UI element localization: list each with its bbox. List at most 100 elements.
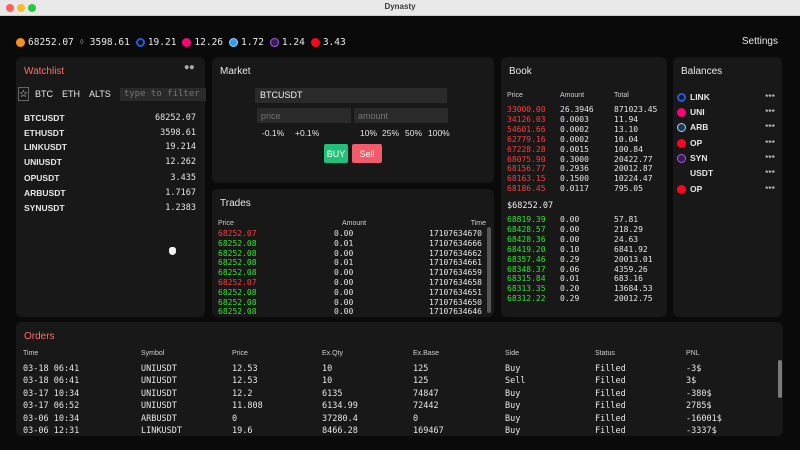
book-row[interactable]: 68348.37 0.06 4359.26 <box>507 265 663 275</box>
blank-icon <box>677 169 686 178</box>
trade-row[interactable]: 68252.08 0.00 17107634650 <box>218 298 488 308</box>
book-row[interactable]: 33000.00 26.3946 871023.45 <box>507 105 663 115</box>
watchlist-row[interactable]: BTCUSDT 68252.07 <box>24 113 196 127</box>
book-row[interactable]: 62779.16 0.0002 10.04 <box>507 135 663 145</box>
watchlist-row[interactable]: LINKUSDT 19.214 <box>24 142 196 156</box>
amount-100pct-button[interactable]: 100% <box>428 128 450 138</box>
op-icon <box>677 184 686 194</box>
amount-50pct-button[interactable]: 50% <box>405 128 422 138</box>
book-row[interactable]: 68156.77 0.2936 20012.87 <box>507 164 663 174</box>
book-price: 54601.66 <box>507 124 546 134</box>
ticker-item-arb[interactable]: 1.72 <box>229 37 264 48</box>
amount-10pct-button[interactable]: 10% <box>360 128 377 138</box>
tab-eth[interactable]: ETH <box>62 89 80 99</box>
settings-link[interactable]: Settings <box>742 36 778 47</box>
order-row[interactable]: 03-17 10:34 UNIUSDT 12.2 6135 74847 Buy Filled… <box>23 389 773 401</box>
tab-btc[interactable]: BTC <box>35 89 53 99</box>
balance-asset: LINK <box>690 92 710 102</box>
trade-row[interactable]: 68252.08 0.01 17107634666 <box>218 239 488 249</box>
order-row[interactable]: 03-06 12:31 LINKUSDT 19.6 8466.28 169467 Buy F… <box>23 426 773 436</box>
book-amount: 0.0003 <box>560 114 589 124</box>
book-row[interactable]: 68075.90 0.3000 20422.77 <box>507 155 663 165</box>
ticker-item-link[interactable]: 19.21 <box>135 37 176 48</box>
trades-scrollbar[interactable] <box>487 227 491 313</box>
book-row[interactable]: 67228.28 0.0015 100.84 <box>507 145 663 155</box>
ticker-item-btc[interactable]: 68252.07 <box>16 37 74 48</box>
balance-row[interactable]: OP *** <box>677 182 777 196</box>
watchlist-row[interactable]: SYNUSDT 1.2383 <box>24 203 196 217</box>
book-row[interactable]: 34126.03 0.0003 11.94 <box>507 115 663 125</box>
buy-button[interactable]: BUY <box>324 144 348 163</box>
tab-alts[interactable]: ALTS <box>89 89 111 99</box>
order-row[interactable]: 03-06 10:34 ARBUSDT 0 37280.4 0 Buy Filled -160… <box>23 414 773 426</box>
book-row[interactable]: 68313.35 0.20 13684.53 <box>507 284 663 294</box>
trade-row[interactable]: 68252.08 0.01 17107634661 <box>218 258 488 268</box>
orders-col-header: Symbol <box>141 350 165 357</box>
trade-row[interactable]: 68252.07 0.00 17107634670 <box>218 229 488 239</box>
book-row[interactable]: 68163.15 0.1500 10224.47 <box>507 174 663 184</box>
balance-asset: OP <box>690 184 703 194</box>
balance-row[interactable]: USDT *** <box>677 166 777 180</box>
ticker-item-op[interactable]: 3.43 <box>310 37 346 48</box>
trade-row[interactable]: 68252.08 0.00 17107634646 <box>218 307 488 317</box>
panel-drag-handle-icon[interactable]: ●● <box>185 63 195 71</box>
book-total: 795.05 <box>614 184 643 194</box>
book-amount: 26.3946 <box>560 105 594 114</box>
orders-title: Orders <box>24 331 55 342</box>
price-input[interactable] <box>257 108 351 123</box>
trade-price: 68252.07 <box>218 278 257 287</box>
book-row[interactable]: 54601.66 0.0002 13.10 <box>507 125 663 135</box>
balance-row[interactable]: OP *** <box>677 136 777 150</box>
order-cell: 03-06 12:31 <box>23 426 80 436</box>
trade-row[interactable]: 68252.08 0.00 17107634659 <box>218 268 488 278</box>
price-plus-0.1-button[interactable]: +0.1% <box>295 128 319 138</box>
balance-row[interactable]: ARB *** <box>677 120 777 134</box>
book-row[interactable]: 68428.36 0.00 24.63 <box>507 235 663 245</box>
trade-time: 17107634666 <box>429 238 482 248</box>
book-row[interactable]: 68819.39 0.00 57.81 <box>507 215 663 225</box>
book-row[interactable]: 68186.45 0.0117 795.05 <box>507 184 663 194</box>
balance-row[interactable]: UNI *** <box>677 105 777 119</box>
market-symbol-field[interactable]: BTCUSDT <box>255 88 447 103</box>
balances-title: Balances <box>681 66 723 77</box>
book-amount: 0.10 <box>560 244 580 254</box>
balance-row[interactable]: LINK *** <box>677 90 777 104</box>
orders-scrollbar[interactable] <box>778 360 782 398</box>
watchlist-row[interactable]: OPUSDT 3.435 <box>24 173 196 187</box>
favorites-star-icon[interactable]: ☆ <box>18 87 29 101</box>
sell-button[interactable]: Sell <box>352 144 382 163</box>
order-cell: -380$ <box>686 388 712 399</box>
book-row[interactable]: 68315.84 0.01 683.16 <box>507 274 663 284</box>
trade-row[interactable]: 68252.08 0.00 17107634662 <box>218 249 488 259</box>
price-ticker: 68252.07 ⬨ 3598.61 19.21 12.26 1.72 1.24 … <box>16 36 352 48</box>
order-row[interactable]: 03-18 06:41 UNIUSDT 12.53 10 125 Buy Filled -3$ <box>23 364 773 376</box>
order-cell: 10 <box>322 376 333 387</box>
trade-row[interactable]: 68252.08 0.00 17107634651 <box>218 288 488 298</box>
book-row[interactable]: 68428.57 0.00 218.29 <box>507 225 663 235</box>
watchlist-filter-input[interactable] <box>119 87 206 101</box>
book-row[interactable]: 68357.46 0.29 20013.01 <box>507 255 663 265</box>
ticker-item-eth[interactable]: ⬨ 3598.61 <box>80 37 130 48</box>
book-row[interactable]: 68312.22 0.29 20012.75 <box>507 294 663 304</box>
link-icon <box>135 37 145 47</box>
price-minus-0.1-button[interactable]: -0.1% <box>262 128 284 138</box>
order-row[interactable]: 03-17 06:52 UNIUSDT 11.808 6134.99 72442 Buy F… <box>23 401 773 413</box>
book-price: 68819.39 <box>507 215 546 224</box>
watchlist-row[interactable]: ARBUSDT 1.7167 <box>24 188 196 202</box>
trade-row[interactable]: 68252.07 0.00 17107634658 <box>218 278 488 288</box>
order-row[interactable]: 03-18 06:41 UNIUSDT 12.53 10 125 Sell Filled 3$ <box>23 376 773 388</box>
amount-input[interactable] <box>354 108 448 123</box>
book-total: 6841.92 <box>614 244 648 254</box>
orders-col-header: Price <box>232 350 248 357</box>
book-row[interactable]: 68419.20 0.10 6841.92 <box>507 245 663 255</box>
watchlist-row[interactable]: ETHUSDT 3598.61 <box>24 128 196 142</box>
amount-25pct-button[interactable]: 25% <box>382 128 399 138</box>
ticker-item-uni[interactable]: 12.26 <box>182 37 223 48</box>
ticker-item-syn[interactable]: 1.24 <box>269 37 305 48</box>
arb-icon <box>229 37 239 47</box>
book-price: 68315.84 <box>507 274 546 284</box>
watchlist-row[interactable]: UNIUSDT 12.262 <box>24 157 196 171</box>
balance-row[interactable]: SYN *** <box>677 151 777 165</box>
order-cell: 37280.4 <box>322 413 358 424</box>
trades-title: Trades <box>220 198 251 209</box>
